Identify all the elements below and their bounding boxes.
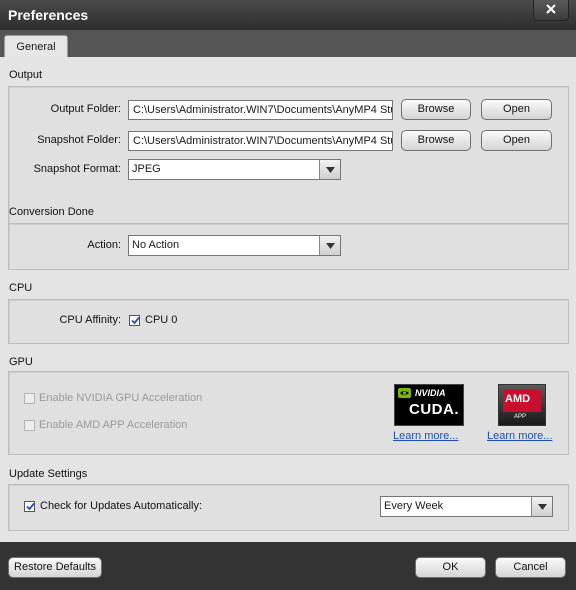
output-open-button[interactable]: Open [481,99,552,120]
conversion-done-section-title: Conversion Done [9,206,94,218]
cpu0-label: CPU 0 [145,314,178,326]
amd-logo-brand: AMD [505,393,531,405]
output-folder-field[interactable]: C:\Users\Administrator.WIN7\Documents\An… [128,100,393,120]
cancel-button[interactable]: Cancel [495,557,566,578]
cpu0-checkbox[interactable] [129,315,140,326]
ok-button[interactable]: OK [415,557,486,578]
nvidia-label: Enable NVIDIA GPU Acceleration [39,392,203,404]
update-settings-section-title: Update Settings [9,468,88,480]
output-browse-button[interactable]: Browse [401,99,471,120]
update-frequency-value: Every Week [384,500,444,512]
amd-app-logo: AMD APP [498,384,546,426]
nvidia-checkbox[interactable] [24,393,35,404]
nvidia-cuda-logo: NVIDIA CUDA. [394,384,464,426]
close-icon [546,3,556,17]
general-panel: Output Output Folder: C:\Users\Administr… [0,57,576,542]
action-label: Action: [87,239,121,251]
check-updates-checkbox[interactable] [24,501,35,512]
amd-checkbox[interactable] [24,420,35,431]
check-updates-label: Check for Updates Automatically: [40,500,203,512]
close-button[interactable] [533,0,569,21]
snapshot-format-value: JPEG [132,163,161,175]
checkmark-icon [26,502,35,511]
nvidia-learn-more-link[interactable]: Learn more... [393,430,458,442]
action-value: No Action [132,239,180,251]
amd-logo-product: APP [514,414,527,420]
checkmark-icon [131,316,140,325]
gpu-section-title: GPU [9,356,33,368]
chevron-down-icon[interactable] [319,160,340,179]
preferences-window: Preferences General Output Output Folder… [0,0,576,590]
footer-bar: Restore Defaults OK Cancel [0,542,576,590]
snapshot-format-label: Snapshot Format: [33,163,121,175]
title-bar: Preferences [0,0,576,30]
snapshot-folder-label: Snapshot Folder: [37,134,121,146]
cpu-affinity-label: CPU Affinity: [59,314,121,326]
chevron-down-icon[interactable] [531,497,552,516]
window-title: Preferences [8,7,89,23]
action-select[interactable]: No Action [128,235,341,256]
update-frequency-select[interactable]: Every Week [380,496,553,517]
snapshot-open-button[interactable]: Open [481,130,552,151]
chevron-down-icon[interactable] [319,236,340,255]
tab-strip: General [0,30,576,59]
restore-defaults-button[interactable]: Restore Defaults [8,557,102,578]
snapshot-format-select[interactable]: JPEG [128,159,341,180]
cpu-section-title: CPU [9,282,33,294]
amd-label: Enable AMD APP Acceleration [39,419,188,431]
snapshot-folder-field[interactable]: C:\Users\Administrator.WIN7\Documents\An… [128,131,393,151]
output-folder-label: Output Folder: [50,103,121,115]
output-section-title: Output [9,69,43,81]
amd-learn-more-link[interactable]: Learn more... [487,430,552,442]
tab-general[interactable]: General [4,35,68,59]
gpu-group [8,371,569,455]
nvidia-logo-product: CUDA. [409,401,459,418]
nvidia-logo-brand: NVIDIA [415,388,446,398]
snapshot-browse-button[interactable]: Browse [401,130,471,151]
